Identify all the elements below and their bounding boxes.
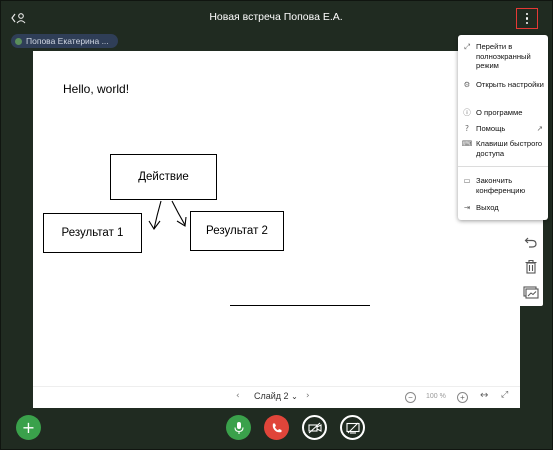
presentation-slide[interactable]: Hello, world! Действие Результат 1 Резул… xyxy=(33,51,520,386)
diagram-box-result-2-label: Результат 2 xyxy=(206,225,268,237)
menu-item-end-conference[interactable]: ▭ Закончить конференцию xyxy=(458,176,548,195)
zoom-out-icon[interactable]: − xyxy=(405,392,416,403)
top-bar: Новая встреча Попова Е.А. xyxy=(1,1,553,35)
trash-icon xyxy=(525,259,537,274)
add-button[interactable]: + xyxy=(16,415,41,440)
camera-button[interactable] xyxy=(302,415,327,440)
screen-share-button[interactable] xyxy=(340,415,365,440)
undo-icon xyxy=(524,237,537,248)
microphone-icon xyxy=(233,421,244,434)
presenter-status-icon xyxy=(15,37,22,45)
chevron-left-icon[interactable]: ‹ xyxy=(236,391,240,401)
microphone-button[interactable] xyxy=(226,415,251,440)
more-vertical-icon xyxy=(525,12,529,25)
diagram-box-result-1: Результат 1 xyxy=(43,213,142,253)
zoom-in-icon[interactable]: + xyxy=(457,392,468,403)
undo-button[interactable] xyxy=(521,232,541,252)
keyboard-icon: ⌨ xyxy=(461,139,473,148)
slide-toolbar: ‹ Слайд 2 ⌄ › − 100 % + ↔ ⤢ xyxy=(33,386,520,408)
presentation-button[interactable] xyxy=(521,282,541,302)
menu-item-about[interactable]: ⓘ О программе xyxy=(458,108,548,118)
menu-item-help[interactable]: ? Помощь ↗ xyxy=(458,124,548,134)
menu-item-hotkeys-label: Клавиши быстрого доступа xyxy=(476,139,543,158)
chevron-right-icon[interactable]: › xyxy=(306,391,310,401)
back-user-button[interactable] xyxy=(9,9,29,27)
slide-selector-label: Слайд 2 xyxy=(254,391,289,401)
screen-share-off-icon xyxy=(345,422,360,434)
camera-off-icon xyxy=(307,422,322,433)
menu-item-about-label: О программе xyxy=(476,108,523,117)
external-link-icon: ↗ xyxy=(536,124,543,133)
back-user-icon xyxy=(11,13,26,24)
menu-item-hotkeys[interactable]: ⌨ Клавиши быстрого доступа xyxy=(458,139,548,158)
menu-item-end-conference-label: Закончить конференцию xyxy=(476,176,526,195)
clear-button[interactable] xyxy=(521,256,541,276)
menu-item-settings[interactable]: ⚙ Открыть настройки xyxy=(458,80,548,90)
menu-item-settings-label: Открыть настройки xyxy=(476,80,544,89)
presenter-name: Попова Екатерина ... xyxy=(26,36,109,46)
fit-width-icon[interactable]: ↔ xyxy=(480,390,488,401)
help-icon: ? xyxy=(465,124,469,133)
slide-selector[interactable]: Слайд 2 ⌄ xyxy=(254,391,298,401)
arrow-to-result-2 xyxy=(171,200,186,226)
fullscreen-icon: ⤢ xyxy=(464,42,470,51)
conference-title: Новая встреча Попова Е.А. xyxy=(209,11,343,23)
end-conference-icon: ▭ xyxy=(463,176,471,185)
menu-item-exit[interactable]: ⇥ Выход xyxy=(458,203,548,213)
zoom-level: 100 % xyxy=(426,393,446,400)
fit-page-icon[interactable]: ⤢ xyxy=(501,390,508,400)
menu-item-fullscreen-label: Перейти в полноэкранный режим xyxy=(476,42,531,71)
app-window: Новая встреча Попова Е.А. Попова Екатери… xyxy=(0,0,553,450)
logout-icon: ⇥ xyxy=(463,203,471,212)
diagram-box-action: Действие xyxy=(110,154,217,200)
more-options-button[interactable] xyxy=(516,8,538,29)
hangup-button[interactable] xyxy=(264,415,289,440)
chevron-down-icon: ⌄ xyxy=(291,392,298,401)
drawn-line xyxy=(230,305,370,307)
arrow-to-result-1 xyxy=(153,200,162,230)
info-icon: ⓘ xyxy=(463,108,471,117)
menu-item-fullscreen[interactable]: ⤢ Перейти в полноэкранный режим xyxy=(458,42,548,71)
diagram-box-action-label: Действие xyxy=(138,171,189,183)
options-menu: ⤢ Перейти в полноэкранный режим ⚙ Открыт… xyxy=(458,35,548,220)
plus-icon: + xyxy=(21,417,36,437)
diagram-box-result-1-label: Результат 1 xyxy=(61,227,124,239)
slide-text-hello: Hello, world! xyxy=(63,82,130,96)
menu-item-exit-label: Выход xyxy=(476,203,499,212)
diagram-box-result-2: Результат 2 xyxy=(190,211,284,251)
menu-divider xyxy=(458,166,548,167)
phone-icon xyxy=(272,423,281,432)
gear-icon: ⚙ xyxy=(463,80,471,89)
presenter-chip[interactable]: Попова Екатерина ... xyxy=(11,34,118,48)
presentation-icon xyxy=(523,286,539,299)
